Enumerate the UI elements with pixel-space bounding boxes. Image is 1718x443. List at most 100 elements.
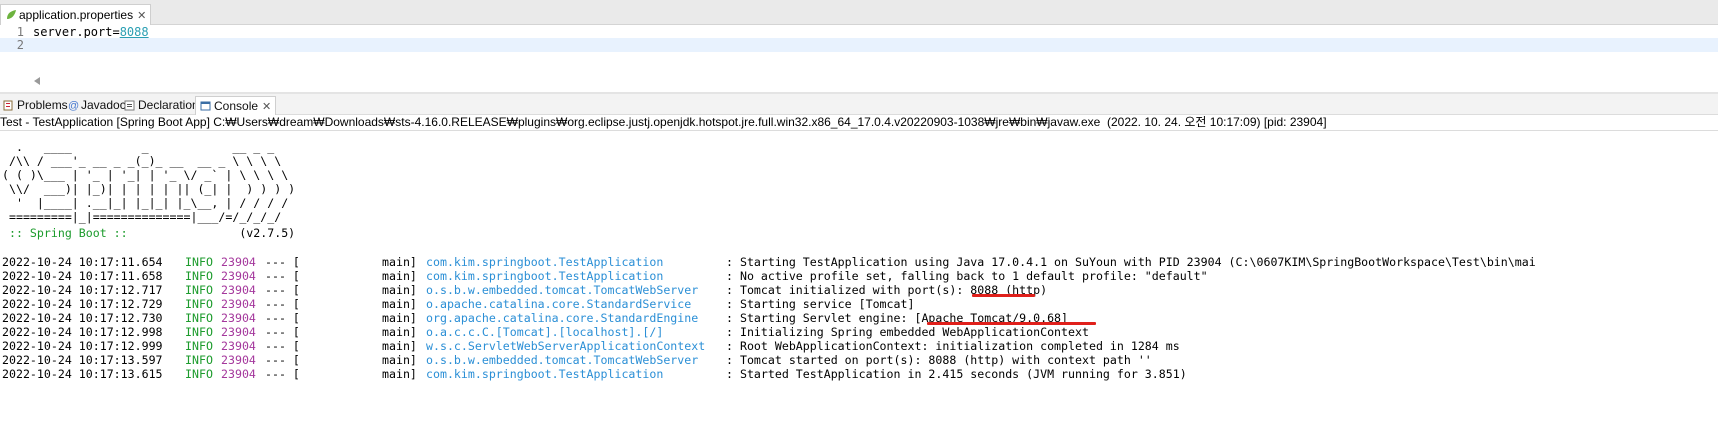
tab-label: application.properties — [19, 8, 134, 22]
close-icon[interactable]: ✕ — [137, 9, 146, 22]
log-level: INFO — [185, 269, 213, 283]
annotation-underline — [927, 322, 1096, 325]
tab-application-properties[interactable]: application.properties ✕ — [0, 4, 152, 25]
log-timestamp: 2022-10-24 10:17:13.597 — [2, 353, 163, 367]
tab-console[interactable]: Console ✕ — [195, 96, 277, 115]
problems-icon — [3, 100, 13, 110]
log-row: 2022-10-24 10:17:12.998 INFO 23904 --- [ mai… — [0, 325, 1718, 339]
log-message: : Initializing Spring embedded WebApplic… — [726, 325, 1089, 339]
editor-tab-bar: application.properties ✕ — [0, 0, 1718, 25]
log-timestamp: 2022-10-24 10:17:12.730 — [2, 311, 163, 325]
spring-boot-version-line: :: Spring Boot :: (v2.7.5) — [2, 226, 295, 240]
properties-editor[interactable]: 1 server.port=8088 2 — [0, 25, 1718, 97]
log-message: : Started TestApplication in 2.415 secon… — [726, 367, 1187, 381]
tab-javadoc[interactable]: @ Javadoc — [68, 96, 126, 114]
log-row: 2022-10-24 10:17:11.654 INFO 23904 --- [mai… — [0, 255, 1718, 269]
log-pid: 23904 — [221, 311, 256, 325]
console-output[interactable]: . ____ _ __ _ _ /\\ / ___'_ __ _ _(_)_ _… — [0, 131, 1718, 443]
log-thread: main] — [382, 353, 417, 367]
log-message: : Starting service [Tomcat] — [726, 297, 915, 311]
annotation-underline — [972, 294, 1035, 297]
log-separator: --- [ — [265, 311, 300, 325]
log-logger: com.kim.springboot.TestApplication — [426, 269, 664, 283]
spring-boot-version: (v2.7.5) — [134, 226, 296, 240]
log-message: : No active profile set, falling back to… — [726, 269, 1208, 283]
log-logger: o.s.b.w.embedded.tomcat.TomcatWebServer — [426, 353, 699, 367]
line-number: 2 — [16, 38, 24, 52]
log-logger: o.apache.catalina.core.StandardService — [426, 297, 692, 311]
console-icon — [200, 101, 211, 110]
log-pid: 23904 — [221, 325, 256, 339]
log-thread: main] — [382, 269, 417, 283]
scroll-left-arrow-icon[interactable] — [34, 77, 40, 85]
log-row: 2022-10-24 10:17:12.717 INFO 23904 --- [mai… — [0, 283, 1718, 297]
log-logger: com.kim.springboot.TestApplication — [426, 367, 664, 381]
log-thread: main] — [382, 367, 417, 381]
log-row: 2022-10-24 10:17:12.999 INFO 23904 --- [ mai… — [0, 339, 1718, 353]
banner-line: \\/ ___)| |_)| | | | | || (_| | ) ) ) ) — [2, 182, 296, 196]
log-row: 2022-10-24 10:17:13.615 INFO 23904 --- [mai… — [0, 367, 1718, 381]
tab-label: Declaration — [138, 98, 199, 112]
line-number-gutter: 2 — [0, 38, 28, 52]
spring-leaf-icon — [7, 10, 16, 19]
log-level: INFO — [185, 367, 213, 381]
log-level: INFO — [185, 325, 213, 339]
log-timestamp: 2022-10-24 10:17:11.658 — [2, 269, 163, 283]
log-row: 2022-10-24 10:17:12.730 INFO 23904 --- [mai… — [0, 311, 1718, 325]
log-pid: 23904 — [221, 269, 256, 283]
log-thread: main] — [382, 255, 417, 269]
tab-label: Problems — [17, 98, 68, 112]
console-launch-description: Test - TestApplication [Spring Boot App]… — [0, 115, 1718, 131]
editor-line-current[interactable]: 2 — [0, 38, 1718, 52]
line-number-gutter: 1 — [0, 25, 28, 39]
banner-line: =========|_|==============|___/=/_/_/_/ — [2, 210, 282, 224]
log-timestamp: 2022-10-24 10:17:13.615 — [2, 367, 163, 381]
log-separator: --- [ — [265, 283, 300, 297]
line-number: 1 — [16, 25, 24, 39]
log-logger: o.a.c.c.C.[Tomcat].[localhost].[/] — [426, 325, 664, 339]
log-level: INFO — [185, 339, 213, 353]
log-separator: --- [ — [265, 325, 300, 339]
code-text[interactable]: server.port=8088 — [33, 25, 149, 39]
banner-line: . ____ _ __ _ _ — [2, 140, 275, 154]
property-value: 8088 — [119, 25, 149, 39]
tab-problems[interactable]: Problems — [3, 96, 68, 114]
log-thread: main] — [382, 339, 417, 353]
log-timestamp: 2022-10-24 10:17:11.654 — [2, 255, 163, 269]
tab-label: Javadoc — [81, 98, 126, 112]
log-message: : Root WebApplicationContext: initializa… — [726, 339, 1180, 353]
log-level: INFO — [185, 297, 213, 311]
log-timestamp: 2022-10-24 10:17:12.729 — [2, 297, 163, 311]
log-pid: 23904 — [221, 255, 256, 269]
banner-line: /\\ / ___'_ __ _ _(_)_ __ __ _ \ \ \ \ — [2, 154, 282, 168]
log-pid: 23904 — [221, 339, 256, 353]
log-timestamp: 2022-10-24 10:17:12.998 — [2, 325, 163, 339]
log-row: 2022-10-24 10:17:12.729 INFO 23904 --- [ mai… — [0, 297, 1718, 311]
log-logger: w.s.c.ServletWebServerApplicationContext — [426, 339, 706, 353]
close-icon[interactable]: ✕ — [262, 100, 271, 113]
property-key: server.port= — [33, 25, 120, 39]
log-message: : Tomcat started on port(s): 8088 (http)… — [726, 353, 1152, 367]
log-message: : Starting TestApplication using Java 17… — [726, 255, 1536, 269]
log-level: INFO — [185, 353, 213, 367]
log-logger: com.kim.springboot.TestApplication — [426, 255, 664, 269]
tab-declaration[interactable]: Declaration — [124, 96, 199, 114]
log-separator: --- [ — [265, 353, 300, 367]
log-separator: --- [ — [265, 297, 300, 311]
editor-line[interactable]: 1 server.port=8088 — [0, 25, 1718, 39]
log-pid: 23904 — [221, 297, 256, 311]
log-timestamp: 2022-10-24 10:17:12.999 — [2, 339, 163, 353]
views-tab-bar: Problems @ Javadoc Declaration Console ✕ — [0, 94, 1718, 115]
log-separator: --- [ — [265, 339, 300, 353]
log-pid: 23904 — [221, 353, 256, 367]
log-thread: main] — [382, 325, 417, 339]
log-level: INFO — [185, 255, 213, 269]
javadoc-icon: @ — [68, 99, 80, 112]
log-separator: --- [ — [265, 367, 300, 381]
spring-boot-label: :: Spring Boot :: — [2, 226, 135, 240]
log-thread: main] — [382, 297, 417, 311]
banner-line: ' |____| .__|_| |_|_| |_\__, | / / / / — [2, 196, 289, 210]
log-pid: 23904 — [221, 283, 256, 297]
log-thread: main] — [382, 311, 417, 325]
banner-line: ( ( )\___ | '_ | '_| | '_ \/ _` | \ \ \ … — [2, 168, 289, 182]
